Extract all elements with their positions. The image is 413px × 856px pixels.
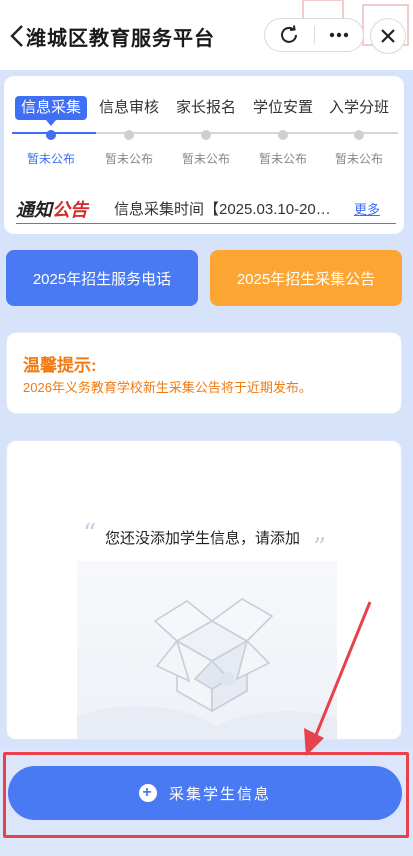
tip-card: 温馨提示: 2026年义务教育学校新生采集公告将于近期发布。 (6, 332, 402, 414)
empty-box-icon (77, 561, 337, 739)
tip-text: 2026年义务教育学校新生采集公告将于近期发布。 (23, 380, 312, 395)
close-quote-icon: ” (313, 533, 327, 563)
page-title: 潍城区教育服务平台 (26, 26, 215, 50)
hotline-button[interactable]: 2025年招生服务电话 (6, 250, 198, 306)
refresh-icon[interactable] (265, 19, 314, 51)
top-bar: 潍城区教育服务平台 (0, 0, 413, 70)
back-icon[interactable] (6, 22, 28, 50)
mini-program-capsule (264, 18, 364, 52)
step-label: 入学分班 (328, 99, 389, 116)
steps-card: 信息采集 暂未公布 信息审核 暂未公布 家长报名 暂未公布 学位安置 暂未公布 … (4, 76, 404, 234)
notice-bar[interactable]: 通知公告 信息采集时间【2025.03.10-20… 更多 (16, 194, 396, 224)
step-label: 信息采集 (14, 96, 87, 126)
notice-logo: 通知公告 (16, 196, 88, 222)
step-status: 暂未公布 (104, 152, 153, 166)
step-class-assignment[interactable]: 入学分班 暂未公布 (320, 96, 398, 167)
step-status: 暂未公布 (334, 152, 383, 166)
notice-more-link[interactable]: 更多 (354, 199, 380, 218)
announcement-button[interactable]: 2025年招生采集公告 (210, 250, 402, 306)
more-icon[interactable] (314, 19, 363, 51)
step-dot (278, 130, 288, 140)
step-label: 家长报名 (175, 99, 236, 116)
step-parent-registration[interactable]: 家长报名 暂未公布 (167, 96, 245, 167)
step-info-review[interactable]: 信息审核 暂未公布 (90, 96, 168, 167)
notice-logo-part1: 通知 (16, 199, 52, 221)
notice-text[interactable]: 信息采集时间【2025.03.10-20… (114, 198, 340, 219)
step-dot (124, 130, 134, 140)
annotation-arrow-icon (304, 601, 372, 756)
empty-message: 您还没添加学生信息，请添加 (105, 530, 301, 547)
step-status: 暂未公布 (26, 152, 75, 166)
step-label: 学位安置 (252, 99, 313, 116)
tip-title: 温馨提示: (23, 356, 97, 375)
step-seat-placement[interactable]: 学位安置 暂未公布 (244, 96, 322, 167)
step-status: 暂未公布 (181, 152, 230, 166)
step-dot (354, 130, 364, 140)
step-info-collection[interactable]: 信息采集 暂未公布 (12, 96, 90, 167)
close-icon[interactable] (370, 18, 406, 54)
highlight-annotation-box (3, 752, 409, 838)
step-status: 暂未公布 (258, 152, 307, 166)
step-label: 信息审核 (98, 99, 159, 116)
step-dot (46, 130, 56, 140)
open-quote-icon: “ (83, 519, 97, 549)
step-dot (201, 130, 211, 140)
notice-logo-part2: 公告 (52, 199, 88, 221)
